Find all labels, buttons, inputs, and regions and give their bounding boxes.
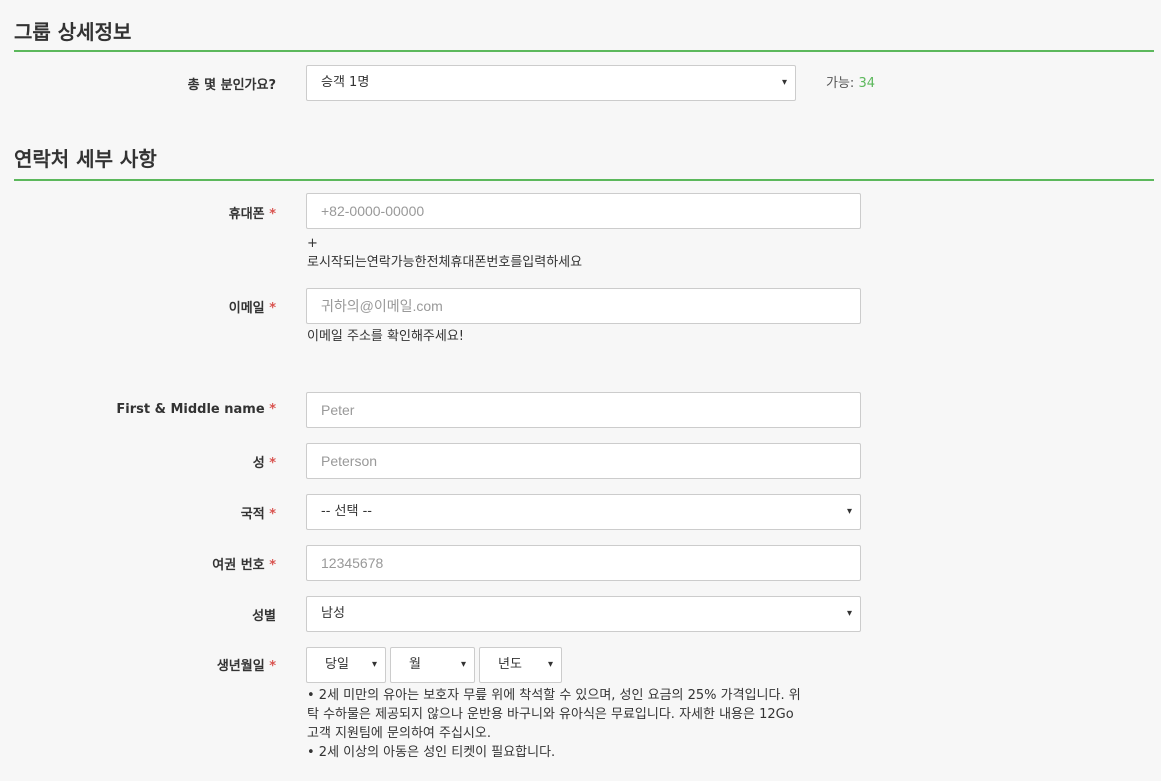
pax-label: 총 몇 분인가요? <box>187 78 276 93</box>
chevron-down-icon: ▾ <box>781 77 787 88</box>
required-mark: * <box>269 507 276 522</box>
required-mark: * <box>269 456 276 471</box>
dob-note-line: 고객 지원팀에 문의하여 주십시오. <box>307 726 491 741</box>
passport-label: 여권 번호 * <box>212 554 276 573</box>
dob-day-select[interactable]: 당일 ▾ <box>306 647 386 683</box>
email-input[interactable]: 귀하의@이메일.com <box>306 288 861 324</box>
dob-note-line: 탁 수하물은 제공되지 않으나 운반용 바구니와 유아식은 무료입니다. 자세한… <box>307 707 794 722</box>
email-label-text: 이메일 <box>228 301 265 316</box>
last-name-label: 성 * <box>253 452 276 471</box>
chevron-down-icon: ▾ <box>846 506 852 517</box>
availability: 가능: 34 <box>826 72 875 91</box>
phone-help-plus: + <box>307 236 318 251</box>
pax-select[interactable]: 승객 1명 ▾ <box>306 65 796 101</box>
phone-label: 휴대폰 * <box>229 203 276 222</box>
required-mark: * <box>269 558 276 573</box>
chevron-down-icon: ▾ <box>460 659 466 670</box>
group-details-heading: 그룹 상세정보 <box>14 16 1154 52</box>
last-name-input[interactable]: Peterson <box>306 443 861 479</box>
required-mark: * <box>269 207 276 222</box>
dob-month-select[interactable]: 월 ▾ <box>390 647 475 683</box>
dob-note-line: • 2세 미만의 유아는 보호자 무릎 위에 착석할 수 있으며, 성인 요금의… <box>307 688 801 703</box>
nationality-label-text: 국적 <box>240 507 265 522</box>
passport-input[interactable]: 12345678 <box>306 545 861 581</box>
dob-year-select[interactable]: 년도 ▾ <box>479 647 562 683</box>
nationality-label: 국적 * <box>241 503 276 522</box>
chevron-down-icon: ▾ <box>846 608 852 619</box>
nationality-value: -- 선택 -- <box>321 504 372 519</box>
availability-label: 가능: <box>826 76 855 91</box>
dob-month-value: 월 <box>409 657 421 672</box>
email-label: 이메일 * <box>229 297 276 316</box>
passport-label-text: 여권 번호 <box>212 558 265 573</box>
dob-notes: • 2세 미만의 유아는 보호자 무릎 위에 착석할 수 있으며, 성인 요금의… <box>307 686 801 762</box>
gender-value: 남성 <box>321 606 345 621</box>
email-help: 이메일 주소를 확인해주세요! <box>307 329 464 344</box>
gender-select[interactable]: 남성 ▾ <box>306 596 861 632</box>
dob-year-value: 년도 <box>498 657 522 672</box>
dob-label: 생년월일 * <box>217 655 276 674</box>
phone-label-text: 휴대폰 <box>228 207 265 222</box>
first-name-input[interactable]: Peter <box>306 392 861 428</box>
required-mark: * <box>269 659 276 674</box>
phone-input[interactable]: +82-0000-00000 <box>306 193 861 229</box>
dob-note-line: • 2세 이상의 아동은 성인 티켓이 필요합니다. <box>307 745 556 760</box>
last-name-label-text: 성 <box>252 456 265 471</box>
availability-count: 34 <box>858 76 875 91</box>
contact-details-heading: 연락처 세부 사항 <box>14 143 1154 181</box>
first-name-label: First & Middle name * <box>116 402 276 417</box>
phone-help: + 로시작되는연락가능한전체휴대폰번호를입력하세요 <box>307 234 582 272</box>
phone-help-text: 로시작되는연락가능한전체휴대폰번호를입력하세요 <box>307 255 583 270</box>
pax-select-value: 승객 1명 <box>321 75 370 90</box>
dob-label-text: 생년월일 <box>216 659 265 674</box>
required-mark: * <box>269 402 276 417</box>
gender-label: 성별 <box>252 609 276 624</box>
first-name-label-text: First & Middle name <box>116 402 265 417</box>
required-mark: * <box>269 301 276 316</box>
dob-day-value: 당일 <box>325 657 349 672</box>
chevron-down-icon: ▾ <box>547 659 553 670</box>
nationality-select[interactable]: -- 선택 -- ▾ <box>306 494 861 530</box>
chevron-down-icon: ▾ <box>371 659 377 670</box>
